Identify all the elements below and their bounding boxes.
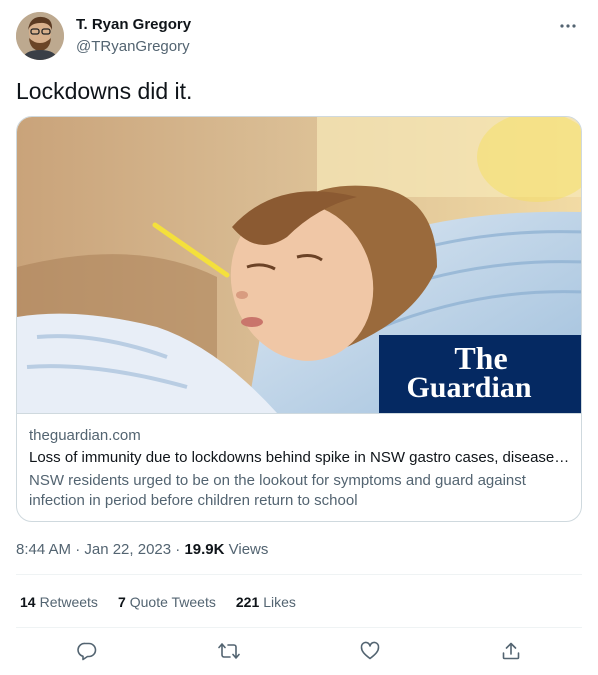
action-bar [16,634,582,668]
avatar[interactable] [16,12,64,60]
retweet-icon[interactable] [212,634,246,668]
card-description: NSW residents urged to be on the lookout… [29,472,526,509]
timestamp[interactable]: 8:44 AM · Jan 22, 2023 · [16,541,184,558]
card-body[interactable]: theguardian.com Loss of immunity due to … [17,413,581,521]
author-handle[interactable]: @TRyanGregory [76,38,190,55]
card-title: Loss of immunity due to lockdowns behind… [29,449,571,466]
tweet-stats: 14 Retweets 7 Quote Tweets 221 Likes [20,594,296,610]
likes-stat[interactable]: 221 Likes [236,594,296,610]
divider [16,627,582,628]
link-card[interactable]: The Guardian theguardian.com Loss of imm… [16,116,582,522]
author-name[interactable]: T. Ryan Gregory [76,16,191,33]
reply-icon[interactable] [70,634,104,668]
quotes-label: Quote Tweets [129,594,216,610]
quotes-count: 7 [117,594,126,610]
views-label: Views [224,541,269,558]
tweet-header: T. Ryan Gregory @TRyanGregory [16,12,582,62]
card-domain: theguardian.com [29,427,141,444]
retweets-label: Retweets [39,594,98,610]
tweet-meta: 8:44 AM · Jan 22, 2023 · 19.9K Views [16,541,268,558]
more-icon[interactable] [556,14,580,38]
likes-count: 221 [235,594,260,610]
guardian-logo-guardian: Guardian [406,371,531,404]
share-icon[interactable] [494,634,528,668]
divider [16,574,582,575]
heart-icon[interactable] [353,634,387,668]
views-count: 19.9K [184,541,225,558]
retweets-count: 14 [20,594,36,610]
retweets-stat[interactable]: 14 Retweets [20,594,98,610]
tweet-text: Lockdowns did it. [16,78,193,104]
likes-label: Likes [263,594,296,610]
quotes-stat[interactable]: 7 Quote Tweets [118,594,216,610]
card-image[interactable]: The Guardian [17,117,581,413]
